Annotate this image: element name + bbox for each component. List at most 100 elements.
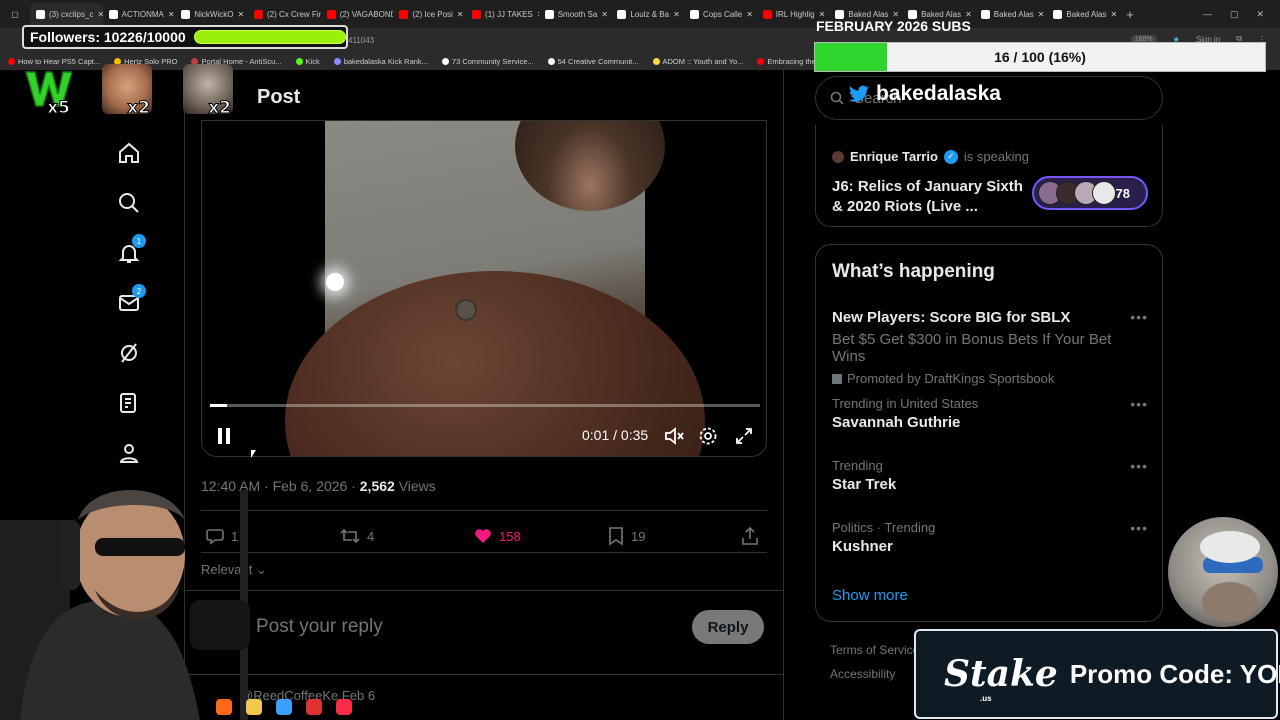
bookmark-item[interactable]: ADOM :: Youth and Yo... xyxy=(652,57,743,66)
divider xyxy=(186,590,783,591)
pause-icon[interactable] xyxy=(212,424,236,448)
space-card[interactable]: Enrique Tarrio ✓ is speaking J6: Relics … xyxy=(815,125,1163,227)
tab-actions-icon[interactable]: ▢ xyxy=(0,10,30,19)
new-tab-icon[interactable]: + xyxy=(1120,7,1140,22)
grok-icon[interactable] xyxy=(114,338,144,368)
followers-goal-widget: Followers: 10226/10000 xyxy=(22,25,348,49)
verified-icon: ✓ xyxy=(943,149,958,164)
browser-tab[interactable]: (2) Ice Posi ✕ xyxy=(393,3,466,25)
home-icon[interactable] xyxy=(114,138,144,168)
tab-close-icon[interactable]: ✕ xyxy=(746,10,753,19)
browser-tab[interactable]: ACTIONMA ✕ xyxy=(103,3,176,25)
browser-tab[interactable]: (2) VAGABOND✕ xyxy=(321,3,393,25)
settings-icon[interactable] xyxy=(696,424,720,448)
close-window-icon[interactable]: ✕ xyxy=(1256,9,1264,20)
browser-tab[interactable]: Baked Alas ✕ xyxy=(975,3,1048,25)
minimize-icon[interactable]: — xyxy=(1203,9,1212,19)
tab-favicon-icon xyxy=(254,9,264,19)
tab-favicon-icon xyxy=(36,9,45,19)
bookmark-action[interactable]: 19 xyxy=(607,526,645,546)
emote-laugh: x2 xyxy=(102,64,152,114)
bookmark-item[interactable]: 73 Community Service... xyxy=(441,57,534,66)
trend-item[interactable]: Trending Star Trek ••• xyxy=(832,458,1148,493)
tab-close-icon[interactable]: ✕ xyxy=(237,10,244,19)
like-action[interactable]: 158 xyxy=(473,526,521,546)
more-options-icon[interactable]: ••• xyxy=(1130,458,1148,474)
tab-label: (3) cxclips_c xyxy=(49,9,94,19)
folder-icon[interactable] xyxy=(246,699,262,715)
video-time: 0:01 / 0:35 xyxy=(582,427,649,443)
browser-tab[interactable]: Loulz & Ba ✕ xyxy=(611,3,684,25)
mute-icon[interactable] xyxy=(662,424,686,448)
tab-label: Loulz & Ba xyxy=(630,9,670,19)
edge-icon[interactable] xyxy=(276,699,292,715)
notifications-icon[interactable]: 1 xyxy=(114,234,146,268)
tab-close-icon[interactable]: ✕ xyxy=(1038,10,1045,19)
app-icon[interactable] xyxy=(306,699,322,715)
tab-favicon-icon xyxy=(762,9,772,19)
trend-item[interactable]: Trending in United States Savannah Guthr… xyxy=(832,396,1148,431)
tab-label: Baked Alas xyxy=(993,9,1034,19)
accessibility-link[interactable]: Accessibility xyxy=(830,667,895,681)
stake-logo: Stake .us xyxy=(944,653,1058,703)
listener-avatars xyxy=(1038,181,1116,205)
lists-icon[interactable] xyxy=(114,388,144,418)
messages-icon[interactable]: 2 xyxy=(114,284,146,318)
fullscreen-icon[interactable] xyxy=(732,424,756,448)
bookmark-label: 73 Community Service... xyxy=(451,57,534,66)
music-icon[interactable] xyxy=(336,699,352,715)
browser-tab[interactable]: Cops Calle ✕ xyxy=(684,3,757,25)
tab-label: NickWickO xyxy=(194,9,234,19)
promo-attribution: Promoted by DraftKings Sportsbook xyxy=(832,371,1148,386)
video-progress-bar[interactable] xyxy=(210,404,760,407)
trend-item[interactable]: Politics · Trending Kushner ••• xyxy=(832,520,1148,555)
mouse-cursor-icon xyxy=(251,450,256,458)
tab-label: IRL Highlig xyxy=(775,9,815,19)
more-options-icon[interactable]: ••• xyxy=(1130,396,1148,412)
tab-label: ACTIONMA xyxy=(121,9,164,19)
more-options-icon[interactable]: ••• xyxy=(1130,309,1148,325)
followers-progress-bar xyxy=(193,30,346,44)
emote-multiplier: x2 xyxy=(208,98,232,115)
maximize-icon[interactable]: ▢ xyxy=(1230,9,1239,20)
url-text[interactable]: 411043 xyxy=(348,36,374,45)
promoted-trend[interactable]: New Players: Score BIG for SBLX Bet $5 G… xyxy=(832,309,1148,386)
more-options-icon[interactable]: ••• xyxy=(1130,520,1148,536)
space-listeners-pill[interactable]: +178 xyxy=(1032,176,1148,210)
browser-tab[interactable]: Baked Alas ✕ xyxy=(1047,3,1120,25)
trend-context: Politics · Trending xyxy=(832,520,936,535)
browser-tab[interactable]: (2) Cx Crew Fin✕ xyxy=(248,3,321,25)
tab-close-icon[interactable]: ✕ xyxy=(601,10,608,19)
reply-button[interactable]: Reply xyxy=(692,610,764,644)
divider xyxy=(201,510,767,511)
bookmark-item[interactable]: Kick xyxy=(295,57,320,66)
video-head xyxy=(515,121,665,211)
explore-icon[interactable] xyxy=(114,188,144,218)
host-name: Enrique Tarrio xyxy=(850,149,938,164)
tab-close-icon[interactable]: ✕ xyxy=(168,10,175,19)
subs-goal-text: 16 / 100 (16%) xyxy=(994,49,1086,65)
tab-close-icon[interactable]: ✕ xyxy=(457,10,464,19)
browser-tab[interactable]: (1) JJ TAKES✕ xyxy=(466,3,539,25)
bookmark-favicon-icon xyxy=(652,58,660,65)
repost-action[interactable]: 4 xyxy=(339,526,374,546)
trend-context: Trending xyxy=(832,458,883,473)
divider xyxy=(201,552,767,553)
views-count: 2,562 xyxy=(359,478,395,494)
firefox-icon[interactable] xyxy=(216,699,232,715)
video-player[interactable]: 0:01 / 0:35 xyxy=(201,120,767,457)
terms-link[interactable]: Terms of Service xyxy=(830,643,919,657)
reply-input[interactable]: Post your reply xyxy=(256,616,383,638)
browser-tab[interactable]: NickWickO ✕ xyxy=(175,3,248,25)
bookmark-item[interactable]: 54 Creative Communit... xyxy=(547,57,639,66)
tab-close-icon[interactable]: ✕ xyxy=(673,10,680,19)
tab-favicon-icon xyxy=(544,9,554,19)
trend-name: Star Trek xyxy=(832,476,897,493)
show-more-link[interactable]: Show more xyxy=(832,587,908,604)
browser-tab[interactable]: (3) cxclips_c ✕ xyxy=(30,3,103,25)
profile-icon[interactable] xyxy=(114,438,144,468)
bookmark-item[interactable]: bakedalaska Kick Rank... xyxy=(333,57,428,66)
share-icon[interactable] xyxy=(741,526,759,546)
browser-tab[interactable]: Smooth Sa ✕ xyxy=(539,3,612,25)
tab-close-icon[interactable]: ✕ xyxy=(1110,10,1117,19)
